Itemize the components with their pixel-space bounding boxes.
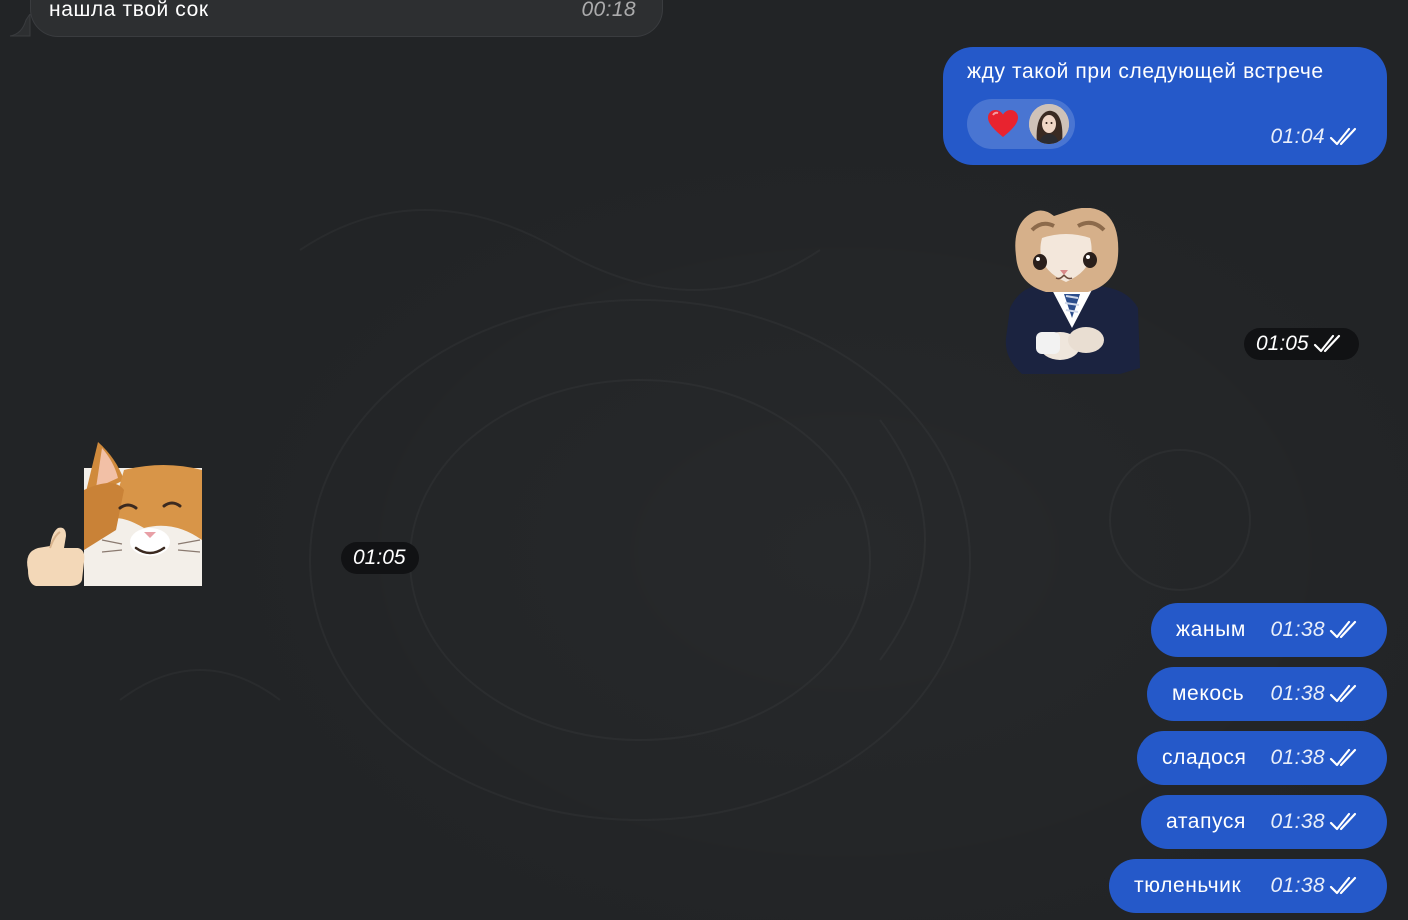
outgoing-message[interactable]: тюленьчик 01:38 bbox=[1109, 859, 1387, 913]
message-time: 01:05 bbox=[353, 546, 406, 569]
outgoing-message[interactable]: жду такой при следующей встрече 01:04 bbox=[943, 47, 1387, 165]
chat-area[interactable]: нашла твой сок 00:18 жду такой при следу… bbox=[0, 0, 1408, 920]
message-text: тюленьчик bbox=[1134, 874, 1242, 897]
message-text: жаным bbox=[1176, 618, 1246, 641]
outgoing-message[interactable]: сладося 01:38 bbox=[1137, 731, 1387, 785]
message-meta: 01:38 bbox=[1270, 682, 1361, 706]
message-text: жду такой при следующей встрече bbox=[967, 60, 1324, 83]
message-time: 01:38 bbox=[1270, 746, 1325, 769]
message-time: 01:04 bbox=[1270, 125, 1325, 148]
outgoing-message[interactable]: жаным 01:38 bbox=[1151, 603, 1387, 657]
incoming-message[interactable]: нашла твой сок 00:18 bbox=[30, 0, 663, 37]
message-time: 01:38 bbox=[1270, 810, 1325, 833]
sticker-time-badge: 01:05 bbox=[341, 542, 419, 574]
sticker-time-badge: 01:05 bbox=[1244, 328, 1359, 360]
message-meta: 01:04 bbox=[1270, 125, 1361, 149]
kitten-in-suit-sticker[interactable] bbox=[1002, 208, 1142, 376]
reactor-avatar bbox=[1029, 104, 1069, 144]
bubble-tail bbox=[9, 14, 31, 37]
message-meta: 01:38 bbox=[1270, 810, 1361, 834]
double-check-icon bbox=[1329, 876, 1357, 895]
message-meta: 01:38 bbox=[1270, 746, 1361, 770]
message-meta: 01:38 bbox=[1270, 874, 1361, 898]
outgoing-message[interactable]: атапуся 01:38 bbox=[1141, 795, 1387, 849]
outgoing-message[interactable]: мекось 01:38 bbox=[1147, 667, 1387, 721]
double-check-icon bbox=[1329, 748, 1357, 767]
red-heart-icon bbox=[988, 110, 1018, 137]
message-text: нашла твой сок bbox=[49, 0, 209, 21]
message-time: 01:38 bbox=[1270, 618, 1325, 641]
message-meta: 01:38 bbox=[1270, 618, 1361, 642]
message-time: 00:18 bbox=[581, 0, 636, 21]
reaction-button[interactable] bbox=[967, 99, 1075, 149]
message-text: атапуся bbox=[1166, 810, 1246, 833]
message-time: 01:38 bbox=[1270, 874, 1325, 897]
message-text: мекось bbox=[1172, 682, 1245, 705]
message-time: 01:38 bbox=[1270, 682, 1325, 705]
message-time: 01:05 bbox=[1256, 332, 1309, 355]
double-check-icon bbox=[1329, 620, 1357, 639]
double-check-icon bbox=[1329, 812, 1357, 831]
double-check-icon bbox=[1329, 684, 1357, 703]
double-check-icon bbox=[1313, 334, 1340, 353]
message-text: сладося bbox=[1162, 746, 1247, 769]
message-meta: 00:18 bbox=[581, 0, 636, 22]
smiling-cat-thumbs-up-sticker[interactable] bbox=[24, 440, 204, 586]
double-check-icon bbox=[1329, 127, 1357, 146]
